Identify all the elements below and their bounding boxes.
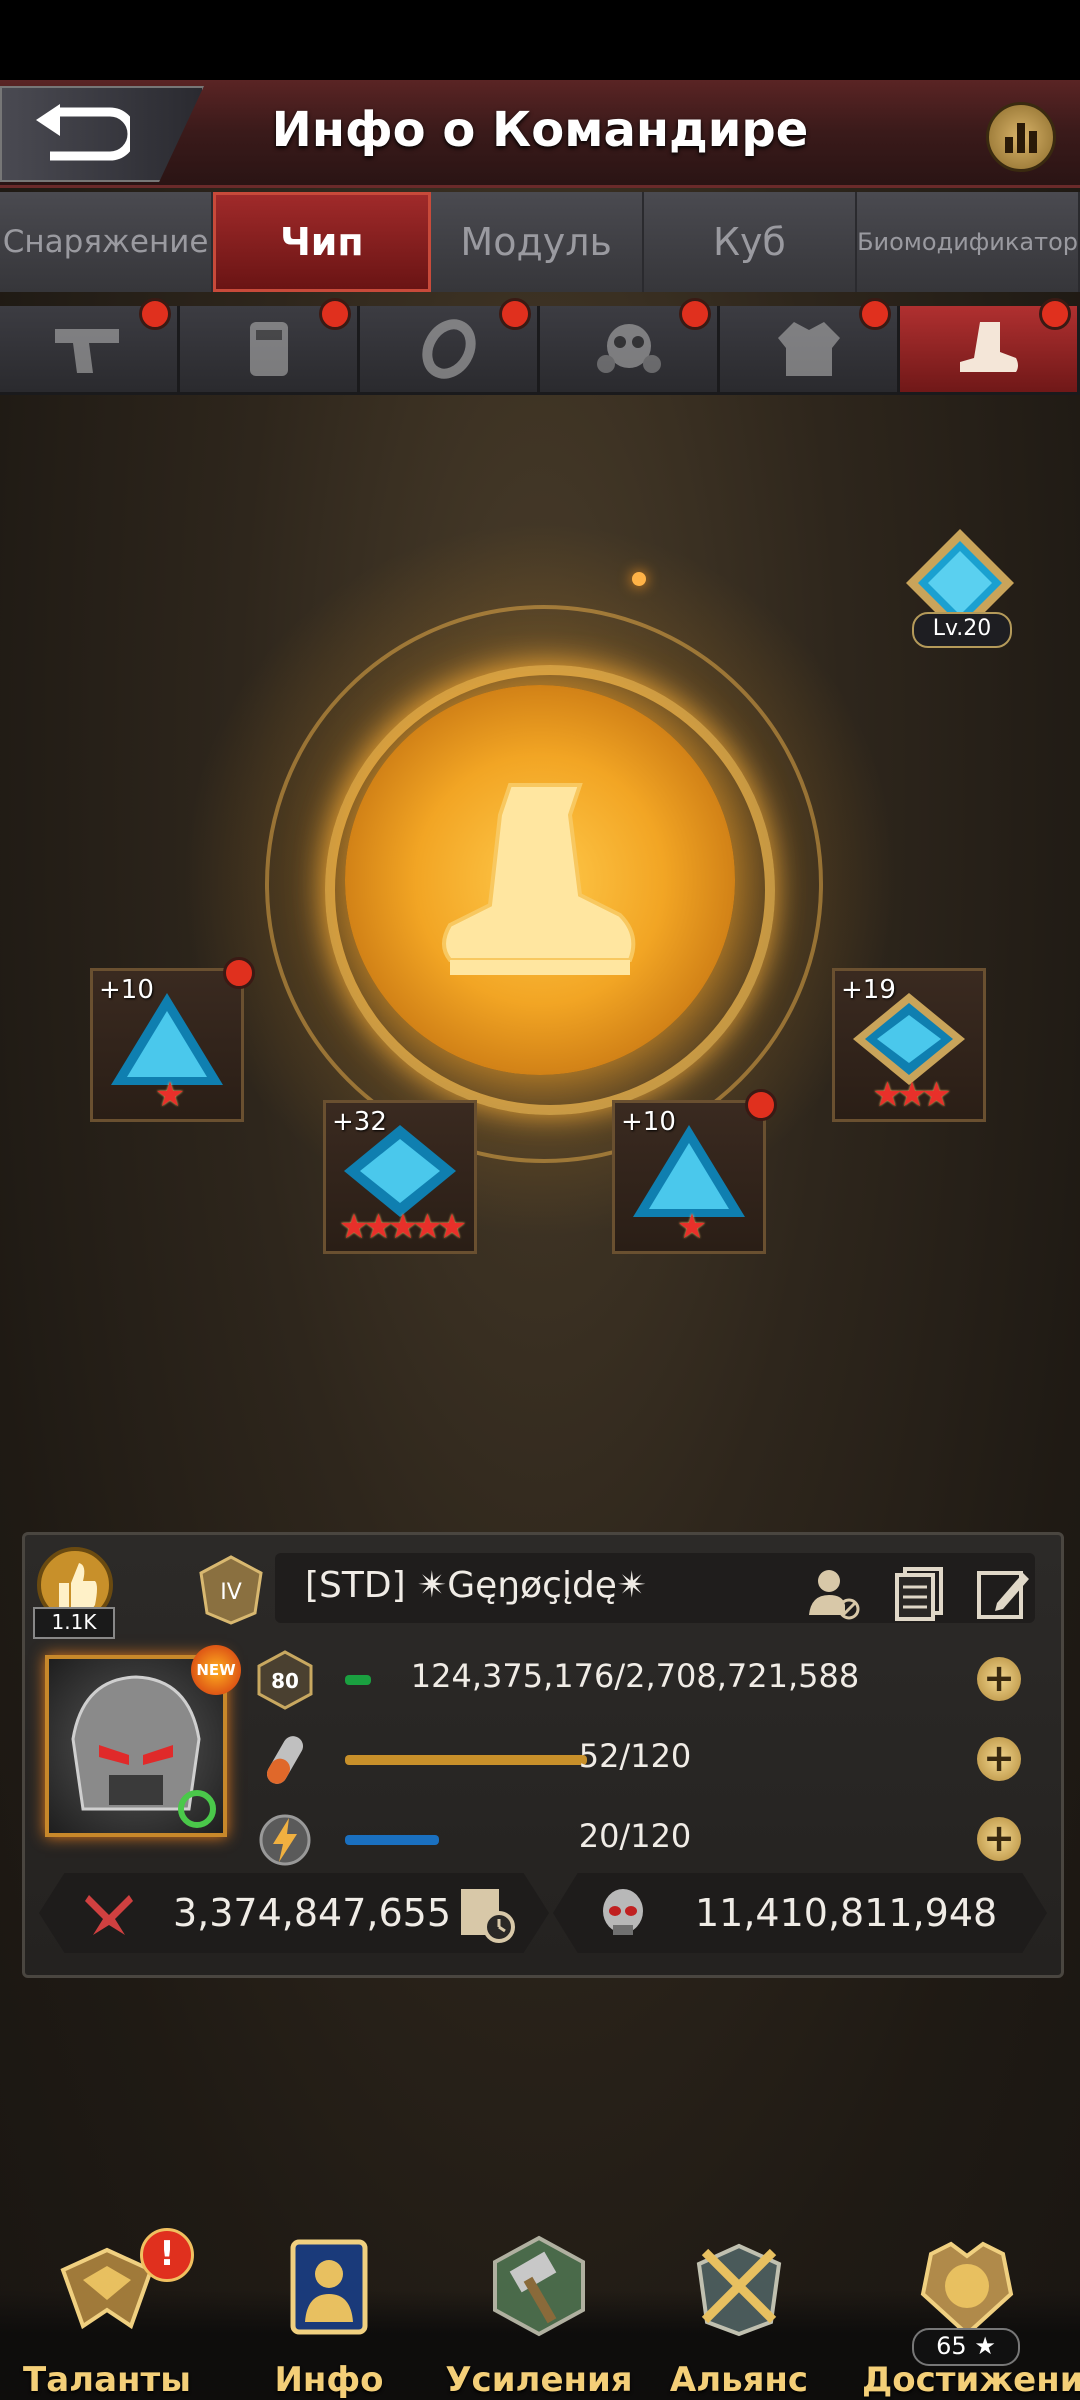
commander-profile-panel: 1.1K IV [STD] ✴Gęŋøçįdę✴ NEW 80 124,375,… xyxy=(22,1532,1064,1978)
tab-equipment[interactable]: Снаряжение xyxy=(0,192,214,292)
energy-value: 20/120 xyxy=(578,1817,692,1855)
boot-icon xyxy=(959,322,1018,372)
stamina-capsule-icon xyxy=(267,1736,303,1784)
status-bar xyxy=(0,0,1080,80)
svg-text:IV: IV xyxy=(220,1580,242,1605)
tab-module[interactable]: Модуль xyxy=(430,192,644,292)
nav-label: Достижение xyxy=(862,2360,1080,2400)
nav-label: Таланты xyxy=(23,2360,191,2400)
add-experience-button[interactable]: + xyxy=(977,1657,1021,1701)
chip-level-label: Lv.20 xyxy=(912,612,1012,648)
info-icon xyxy=(290,2239,368,2335)
experience-row: 80 124,375,176/2,708,721,588 + xyxy=(245,1645,1045,1715)
chip-level: +10 xyxy=(621,1107,676,1137)
notification-dot xyxy=(319,298,351,330)
energy-row: 20/120 + xyxy=(245,1805,1045,1875)
document-icon[interactable] xyxy=(891,1565,947,1621)
energy-icon xyxy=(259,1814,311,1866)
boot-chip-core[interactable] xyxy=(345,685,735,1075)
power-value: 3,374,847,655 xyxy=(173,1891,452,1935)
chip-stars: ★ xyxy=(676,1207,707,1247)
stats-button[interactable] xyxy=(986,102,1056,172)
spark xyxy=(632,572,646,586)
equipment-tabs: Снаряжение Чип Модуль Куб Биомодификатор xyxy=(0,192,1080,292)
notification-dot xyxy=(679,298,711,330)
stamina-row: 52/120 + xyxy=(245,1725,1045,1795)
chip-slot-1[interactable]: +10 ★ xyxy=(90,957,255,1122)
kills-box: 11,410,811,948 xyxy=(553,1873,1047,1953)
commander-info-screen: Инфо о Командире Снаряжение Чип Модуль К… xyxy=(0,80,1080,2400)
talents-alert: ! xyxy=(140,2228,194,2282)
chip-slot-4[interactable]: +19 ★★★ xyxy=(832,968,986,1122)
svg-text:80: 80 xyxy=(271,1669,299,1693)
jacket-icon xyxy=(777,322,840,376)
nav-alliance[interactable]: Альянс xyxy=(634,2243,844,2400)
chip-stars: ★★★ xyxy=(872,1075,951,1115)
notification-dot xyxy=(745,1089,777,1121)
alliance-icon xyxy=(696,2243,782,2337)
nav-info[interactable]: Инфо xyxy=(224,2239,434,2400)
power-icon xyxy=(85,1895,133,1935)
ring-icon xyxy=(421,319,476,379)
chip-level: +19 xyxy=(841,975,896,1005)
experience-value: 124,375,176/2,708,721,588 xyxy=(410,1657,860,1695)
slot-armor-plate[interactable] xyxy=(180,298,360,392)
power-details-icon[interactable] xyxy=(457,1883,519,1945)
chip-stars: ★ xyxy=(154,1075,185,1115)
skull-helmet-icon xyxy=(603,1889,643,1935)
like-count: 1.1K xyxy=(33,1607,115,1639)
stamina-value: 52/120 xyxy=(578,1737,692,1775)
nav-boosts[interactable]: Усиления xyxy=(434,2235,644,2400)
chip-slot-2[interactable]: +32 ★★★★★ xyxy=(323,1100,477,1254)
pistol-icon xyxy=(54,329,119,373)
chip-level: +10 xyxy=(99,975,154,1005)
slot-boot[interactable] xyxy=(900,298,1080,392)
boot-icon xyxy=(442,783,636,975)
name-bar: [STD] ✴Gęŋøçįdę✴ xyxy=(275,1553,1035,1623)
add-stamina-button[interactable]: + xyxy=(977,1737,1021,1781)
chip-stars: ★★★★★ xyxy=(338,1207,467,1247)
kills-value: 11,410,811,948 xyxy=(695,1891,998,1935)
new-badge: NEW xyxy=(191,1645,241,1695)
tab-chip[interactable]: Чип xyxy=(213,192,431,292)
achievement-icon xyxy=(920,2241,1014,2337)
gear-slot-bar xyxy=(0,298,1080,395)
slot-ring[interactable] xyxy=(360,298,540,392)
nav-label: Усиления xyxy=(445,2360,633,2400)
header: Инфо о Командире xyxy=(0,80,1080,188)
page-title: Инфо о Командире xyxy=(271,102,809,158)
slot-jacket[interactable] xyxy=(720,298,900,392)
power-box: 3,374,847,655 xyxy=(39,1873,549,1953)
boosts-icon xyxy=(493,2235,585,2337)
gas-mask-icon xyxy=(596,324,661,373)
notification-dot xyxy=(139,298,171,330)
slot-pistol[interactable] xyxy=(0,298,180,392)
add-energy-button[interactable]: + xyxy=(977,1817,1021,1861)
notification-dot xyxy=(223,957,255,989)
achievement-count: 65 ★ xyxy=(912,2328,1020,2366)
slot-gas-mask[interactable] xyxy=(540,298,720,392)
nav-label: Альянс xyxy=(669,2360,809,2400)
edit-icon[interactable] xyxy=(975,1565,1031,1621)
armor-plate-icon xyxy=(249,322,288,376)
chip-slot-3[interactable]: +10 ★ xyxy=(612,1089,777,1254)
rank-badge-icon[interactable]: IV xyxy=(195,1553,267,1625)
notification-dot xyxy=(1039,298,1071,330)
notification-dot xyxy=(499,298,531,330)
block-user-icon[interactable] xyxy=(805,1565,861,1621)
tab-cube[interactable]: Куб xyxy=(643,192,858,292)
commander-name: [STD] ✴Gęŋøçįdę✴ xyxy=(305,1565,648,1606)
nav-talents[interactable]: ! Таланты xyxy=(2,2228,212,2400)
commander-level-icon: 80 xyxy=(257,1650,313,1710)
notification-dot xyxy=(859,298,891,330)
bar-chart-icon xyxy=(1005,123,1037,153)
tab-biomodifier[interactable]: Биомодификатор xyxy=(857,192,1080,292)
chip-level: +32 xyxy=(332,1107,387,1137)
nav-label: Инфо xyxy=(274,2360,384,2400)
